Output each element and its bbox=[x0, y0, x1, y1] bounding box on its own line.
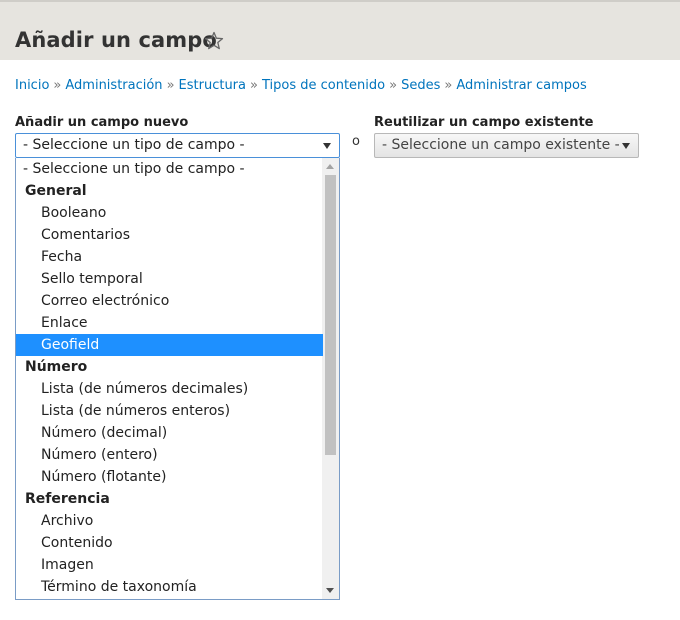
field-type-option[interactable]: Booleano bbox=[16, 202, 323, 224]
field-type-option[interactable]: Correo electrónico bbox=[16, 290, 323, 312]
breadcrumb-link-sedes[interactable]: Sedes bbox=[401, 78, 440, 93]
field-type-option[interactable]: Término de taxonomía bbox=[16, 576, 323, 598]
field-type-option[interactable]: Enlace bbox=[16, 312, 323, 334]
breadcrumb-link-estructura[interactable]: Estructura bbox=[179, 78, 246, 93]
new-field-select-value: - Seleccione un tipo de campo - bbox=[23, 137, 245, 153]
existing-field-select-value: - Seleccione un campo existente - bbox=[382, 137, 620, 153]
scrollbar-thumb[interactable] bbox=[325, 175, 336, 455]
field-type-dropdown-list[interactable]: - Seleccione un tipo de campo - General Bo… bbox=[15, 158, 340, 600]
page-header: Añadir un campo bbox=[0, 0, 680, 60]
field-type-option[interactable]: Número (entero) bbox=[16, 444, 323, 466]
chevron-down-icon bbox=[323, 143, 331, 149]
field-type-option[interactable]: Sello temporal bbox=[16, 268, 323, 290]
breadcrumb: Inicio» Administración» Estructura» Tipos d… bbox=[15, 78, 587, 93]
dropdown-scrollbar[interactable] bbox=[322, 158, 339, 599]
scroll-down-arrow-icon[interactable] bbox=[326, 588, 334, 593]
optgroup-label: Número bbox=[25, 359, 88, 375]
breadcrumb-separator: » bbox=[389, 78, 398, 93]
scroll-up-arrow-icon[interactable] bbox=[326, 164, 334, 169]
existing-field-label: Reutilizar un campo existente bbox=[374, 115, 594, 130]
field-type-option[interactable]: Comentarios bbox=[16, 224, 323, 246]
or-separator: o bbox=[352, 134, 360, 149]
breadcrumb-link-administracion[interactable]: Administración bbox=[65, 78, 162, 93]
dropdown-placeholder-option[interactable]: - Seleccione un tipo de campo - bbox=[16, 158, 323, 180]
field-type-option[interactable]: Lista (de números decimales) bbox=[16, 378, 323, 400]
field-type-option[interactable]: Imagen bbox=[16, 554, 323, 576]
breadcrumb-link-inicio[interactable]: Inicio bbox=[15, 78, 49, 93]
optgroup-label: General bbox=[25, 183, 87, 199]
star-icon[interactable] bbox=[204, 31, 224, 51]
existing-field-select[interactable]: - Seleccione un campo existente - bbox=[374, 133, 639, 158]
new-field-label: Añadir un campo nuevo bbox=[15, 115, 189, 130]
field-type-option[interactable]: Lista (de números enteros) bbox=[16, 400, 323, 422]
page-title: Añadir un campo bbox=[15, 28, 217, 52]
field-type-option[interactable]: Contenido bbox=[16, 532, 323, 554]
optgroup-label: Referencia bbox=[25, 491, 110, 507]
chevron-down-icon bbox=[622, 143, 630, 149]
breadcrumb-link-tipos-de-contenido[interactable]: Tipos de contenido bbox=[262, 78, 385, 93]
field-type-option[interactable]: Geofield bbox=[16, 334, 323, 356]
breadcrumb-separator: » bbox=[250, 78, 258, 93]
new-field-type-select[interactable]: - Seleccione un tipo de campo - bbox=[15, 133, 340, 158]
breadcrumb-separator: » bbox=[166, 78, 175, 93]
breadcrumb-link-administrar-campos[interactable]: Administrar campos bbox=[456, 78, 586, 93]
breadcrumb-separator: » bbox=[444, 78, 453, 93]
field-type-option[interactable]: Número (flotante) bbox=[16, 466, 323, 488]
field-type-option[interactable]: Número (decimal) bbox=[16, 422, 323, 444]
breadcrumb-separator: » bbox=[53, 78, 62, 93]
field-type-option[interactable]: Fecha bbox=[16, 246, 323, 268]
field-type-option[interactable]: Archivo bbox=[16, 510, 323, 532]
